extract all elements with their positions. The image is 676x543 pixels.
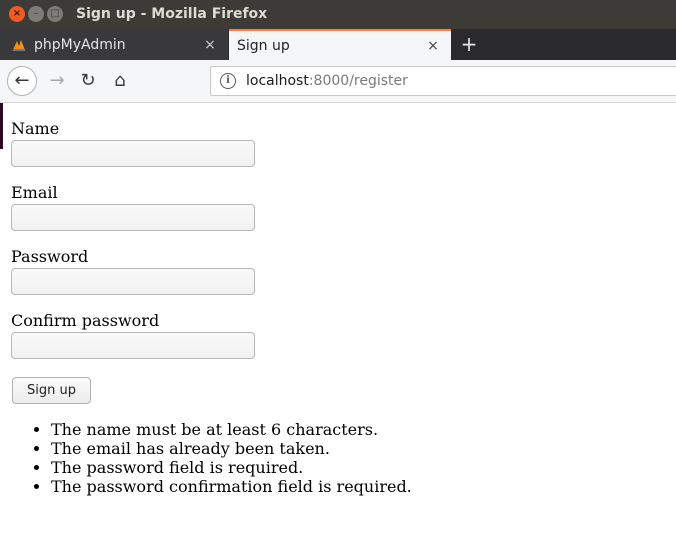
home-button[interactable]: ⌂ bbox=[106, 67, 134, 95]
navigation-toolbar: ← → ↻ ⌂ i localhost:8000/register bbox=[0, 60, 676, 103]
error-item: The password confirmation field is requi… bbox=[51, 477, 412, 496]
home-icon: ⌂ bbox=[114, 70, 126, 91]
back-button[interactable]: ← bbox=[7, 66, 37, 96]
window-minimize-button[interactable]: – bbox=[28, 6, 44, 22]
tab-close-icon[interactable]: × bbox=[423, 38, 443, 54]
tab-close-icon[interactable]: × bbox=[200, 37, 220, 53]
password-label: Password bbox=[11, 247, 89, 266]
forward-arrow-icon: → bbox=[49, 70, 65, 91]
tab-label: Sign up bbox=[237, 37, 290, 54]
reload-icon: ↻ bbox=[80, 70, 96, 91]
phpmyadmin-favicon-icon bbox=[12, 38, 26, 52]
back-arrow-icon: ← bbox=[14, 70, 30, 91]
new-tab-button[interactable]: + bbox=[458, 31, 480, 59]
name-input[interactable] bbox=[11, 140, 255, 167]
password-input[interactable] bbox=[11, 268, 255, 295]
url-bar[interactable]: i localhost:8000/register bbox=[210, 66, 676, 96]
page-content: Name Email Password Confirm password Sig… bbox=[0, 103, 676, 543]
reload-button[interactable]: ↻ bbox=[74, 67, 102, 95]
error-item: The name must be at least 6 characters. bbox=[51, 420, 412, 439]
error-item: The password field is required. bbox=[51, 458, 412, 477]
name-label: Name bbox=[11, 119, 60, 138]
tab-label: phpMyAdmin bbox=[34, 36, 126, 53]
error-item: The email has already been taken. bbox=[51, 439, 412, 458]
tab-sign-up[interactable]: Sign up × bbox=[229, 29, 451, 60]
validation-error-list: The name must be at least 6 characters. … bbox=[0, 420, 412, 496]
confirm-password-input[interactable] bbox=[11, 332, 255, 359]
url-host: localhost bbox=[246, 73, 309, 89]
forward-button[interactable]: → bbox=[43, 67, 71, 95]
confirm-password-label: Confirm password bbox=[11, 311, 160, 330]
url-path: :8000/register bbox=[308, 73, 408, 89]
window-maximize-button[interactable]: □ bbox=[47, 6, 63, 22]
tab-strip: phpMyAdmin × Sign up × bbox=[0, 29, 676, 60]
window-close-button[interactable]: × bbox=[9, 6, 25, 22]
window-title: Sign up - Mozilla Firefox bbox=[76, 6, 268, 22]
email-label: Email bbox=[11, 183, 58, 202]
window-titlebar: × – □ Sign up - Mozilla Firefox bbox=[0, 0, 676, 29]
sign-up-button[interactable]: Sign up bbox=[12, 377, 91, 404]
window-controls: × – □ bbox=[9, 6, 63, 22]
email-input[interactable] bbox=[11, 204, 255, 231]
tab-phpmyadmin[interactable]: phpMyAdmin × bbox=[0, 29, 228, 60]
site-info-icon[interactable]: i bbox=[220, 73, 236, 89]
